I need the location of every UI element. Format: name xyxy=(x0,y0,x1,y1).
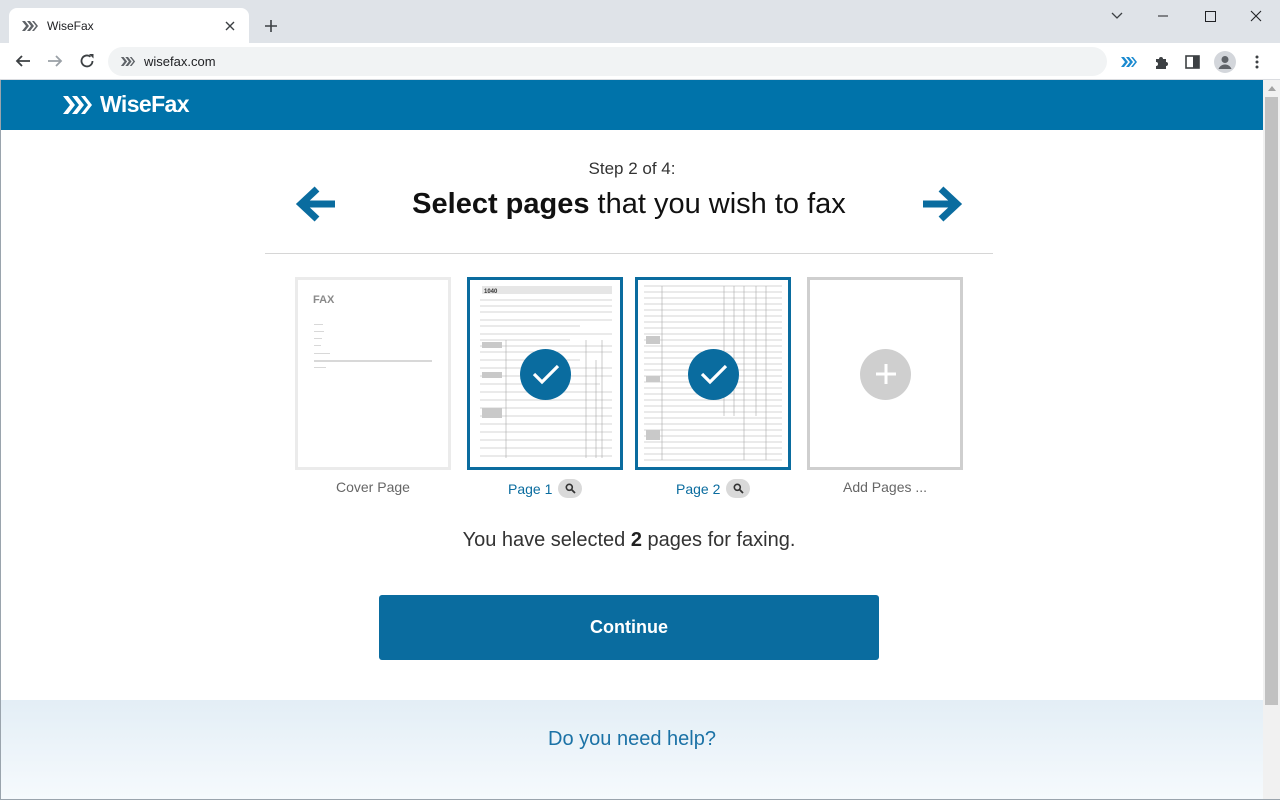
page-title-bold: Select pages xyxy=(412,188,590,220)
close-icon[interactable] xyxy=(221,17,239,35)
page-1-label[interactable]: Page 1 xyxy=(508,479,583,498)
selected-count: 2 xyxy=(630,529,642,551)
selected-check-icon xyxy=(520,348,571,400)
site-header: WiseFax xyxy=(1,80,1263,130)
scroll-up-arrow-icon[interactable] xyxy=(1263,80,1280,96)
profile-icon[interactable] xyxy=(1213,50,1237,74)
kebab-menu-icon[interactable] xyxy=(1245,50,1269,74)
plus-icon xyxy=(860,348,911,400)
reload-icon[interactable] xyxy=(73,47,101,75)
divider xyxy=(265,253,993,254)
wisefax-site-icon xyxy=(120,56,136,68)
wisefax-favicon-icon xyxy=(21,20,39,32)
browser-tab[interactable]: WiseFax xyxy=(9,8,249,43)
tab-strip: WiseFax xyxy=(0,0,1280,43)
continue-button[interactable]: Continue xyxy=(379,595,879,660)
maximize-icon[interactable] xyxy=(1187,0,1233,32)
cover-page-thumbnail[interactable]: FAX xyxy=(295,277,451,470)
next-step-arrow-icon[interactable] xyxy=(920,182,964,226)
plus-icon[interactable] xyxy=(258,13,284,39)
wisefax-logo[interactable]: WiseFax xyxy=(62,91,190,118)
add-pages-label[interactable]: Add Pages ... xyxy=(843,479,927,495)
page-2-thumbnail[interactable] xyxy=(635,277,791,470)
page-1-label-text: Page 1 xyxy=(508,480,553,497)
page-viewport: WiseFax Step 2 of 4: Select pages that y… xyxy=(1,80,1263,799)
zoom-icon[interactable] xyxy=(558,479,583,498)
window-close-icon[interactable] xyxy=(1233,0,1279,32)
zoom-icon[interactable] xyxy=(726,479,751,498)
page-title-rest: that you wish to fax xyxy=(589,188,846,220)
scrollbar-thumb[interactable] xyxy=(1265,97,1278,705)
svg-text:1040: 1040 xyxy=(484,289,498,295)
browser-toolbar: wisefax.com xyxy=(0,43,1280,80)
cover-page-label-text: Cover Page xyxy=(336,479,410,495)
minimize-icon[interactable] xyxy=(1140,0,1186,32)
forward-icon[interactable] xyxy=(41,47,69,75)
page-2-label-text: Page 2 xyxy=(676,480,721,497)
logo-text: WiseFax xyxy=(100,91,190,117)
tabs-chevron-icon[interactable] xyxy=(1094,0,1140,32)
summary-prefix: You have selected xyxy=(462,529,631,551)
add-pages-label-text: Add Pages ... xyxy=(843,479,928,495)
selected-check-icon xyxy=(688,348,739,400)
cover-fax-heading: FAX xyxy=(313,294,335,306)
extensions-puzzle-icon[interactable] xyxy=(1149,50,1173,74)
add-pages-tile[interactable] xyxy=(807,277,963,470)
page-title: Select pages that you wish to fax xyxy=(1,188,1257,221)
step-indicator: Step 2 of 4: xyxy=(588,159,676,178)
url-text: wisefax.com xyxy=(144,54,216,69)
page-1-thumbnail[interactable]: 1040 xyxy=(467,277,623,470)
wisefax-extension-icon[interactable] xyxy=(1117,50,1141,74)
tab-title: WiseFax xyxy=(47,18,94,33)
page-2-label[interactable]: Page 2 xyxy=(676,479,751,498)
selection-summary: You have selected 2 pages for faxing. xyxy=(1,529,1257,552)
sidepanel-icon[interactable] xyxy=(1180,50,1204,74)
back-icon[interactable] xyxy=(9,47,37,75)
summary-suffix: pages for faxing. xyxy=(641,529,796,551)
cover-page-label[interactable]: Cover Page xyxy=(336,479,410,495)
vertical-scrollbar[interactable] xyxy=(1263,80,1280,799)
help-link[interactable]: Do you need help? xyxy=(1,728,1263,751)
wisefax-logo-icon xyxy=(63,95,92,114)
address-bar[interactable]: wisefax.com xyxy=(108,47,1107,76)
